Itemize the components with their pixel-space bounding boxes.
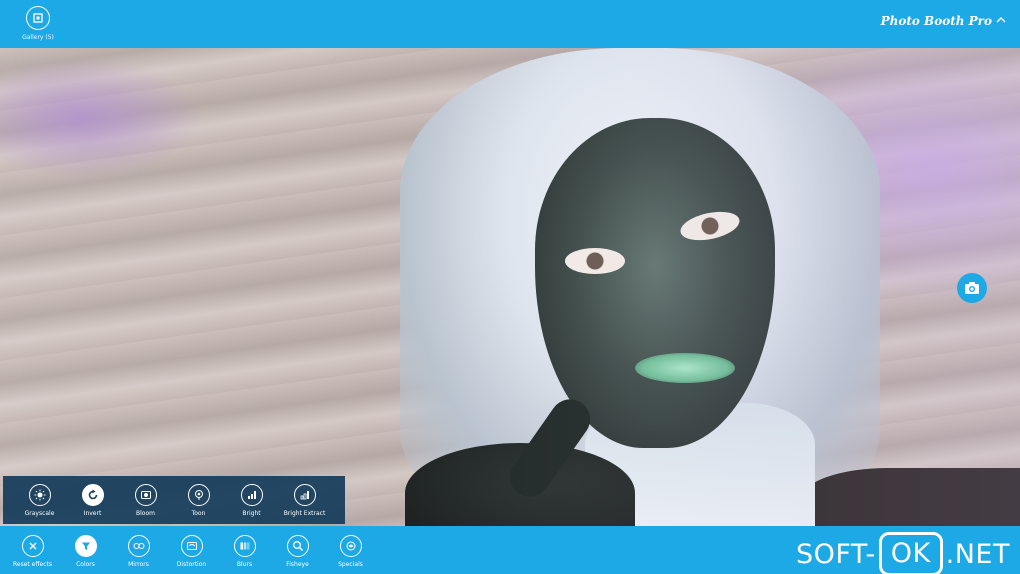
blur-icon [233,535,256,557]
subject-finger [502,391,598,505]
app-bar-label: Colors [76,561,95,568]
effect-label: Bloom [136,510,155,517]
take-photo-button[interactable] [957,273,987,303]
filter-icon [74,535,97,557]
colors-button[interactable]: Colors [59,526,112,568]
effect-invert[interactable]: Invert [66,476,119,517]
gallery-icon [26,6,50,30]
gallery-button[interactable]: Gallery (5) [18,6,58,41]
bloom-icon [134,484,157,506]
watermark-part1: SOFT- [795,538,876,570]
refresh-icon [81,484,104,506]
effect-toon[interactable]: Toon [172,476,225,517]
soft-ok-watermark: SOFT- OK .NET [796,532,1010,574]
app-bar-label: Reset effects [13,561,52,568]
mirror-icon [127,535,150,557]
subject-shirt [800,468,1020,526]
app-bar-label: Mirrors [128,561,149,568]
toon-icon [187,484,210,506]
app-title: Photo Booth Pro [880,14,992,28]
effect-bright-extract[interactable]: Bright Extract [278,476,331,517]
bars-icon [240,484,263,506]
app-bar-label: Blurs [236,561,253,568]
specials-icon [339,535,362,557]
fisheye-button[interactable]: Fisheye [271,526,324,568]
app-bar-label: Fisheye [286,561,309,568]
specials-button[interactable]: Specials [324,526,377,568]
bottom-app-bar: Reset effects Colors Mirrors Distortion … [0,526,1020,574]
mirrors-button[interactable]: Mirrors [112,526,165,568]
colors-effects-panel: Grayscale Invert Bloom Toon Bright Brigh… [3,476,345,524]
app-title-menu[interactable]: Photo Booth Pro [881,14,1006,28]
app-bar-label: Specials [338,561,363,568]
close-icon [21,535,44,557]
effect-label: Bright [242,510,261,517]
effect-bright[interactable]: Bright [225,476,278,517]
top-app-bar: Gallery (5) Photo Booth Pro [0,0,1020,48]
blurs-button[interactable]: Blurs [218,526,271,568]
subject-hair [400,48,880,526]
effect-grayscale[interactable]: Grayscale [13,476,66,517]
effect-bloom[interactable]: Bloom [119,476,172,517]
effect-label: Invert [83,510,102,517]
subject-hand [405,443,635,526]
watermark-part2: OK [878,532,943,574]
sun-icon [28,484,51,506]
reset-effects-button[interactable]: Reset effects [6,526,59,568]
subject-neck [585,403,815,526]
distortion-icon [180,535,203,557]
app-bar-label: Distortion [176,561,207,568]
gallery-label: Gallery (5) [22,34,54,41]
chevron-up-icon [996,16,1006,27]
effect-label: Toon [191,510,206,517]
subject-face [535,118,775,448]
bars-icon [293,484,316,506]
effect-label: Bright Extract [283,510,326,517]
camera-icon [965,282,979,294]
effect-label: Grayscale [24,510,55,517]
subject-right-eye [677,207,743,245]
subject-left-eye [565,248,625,274]
watermark-part3: .NET [945,538,1010,570]
magnifier-icon [286,535,309,557]
distortion-button[interactable]: Distortion [165,526,218,568]
camera-preview [0,48,1020,526]
subject-mouth [635,353,735,383]
